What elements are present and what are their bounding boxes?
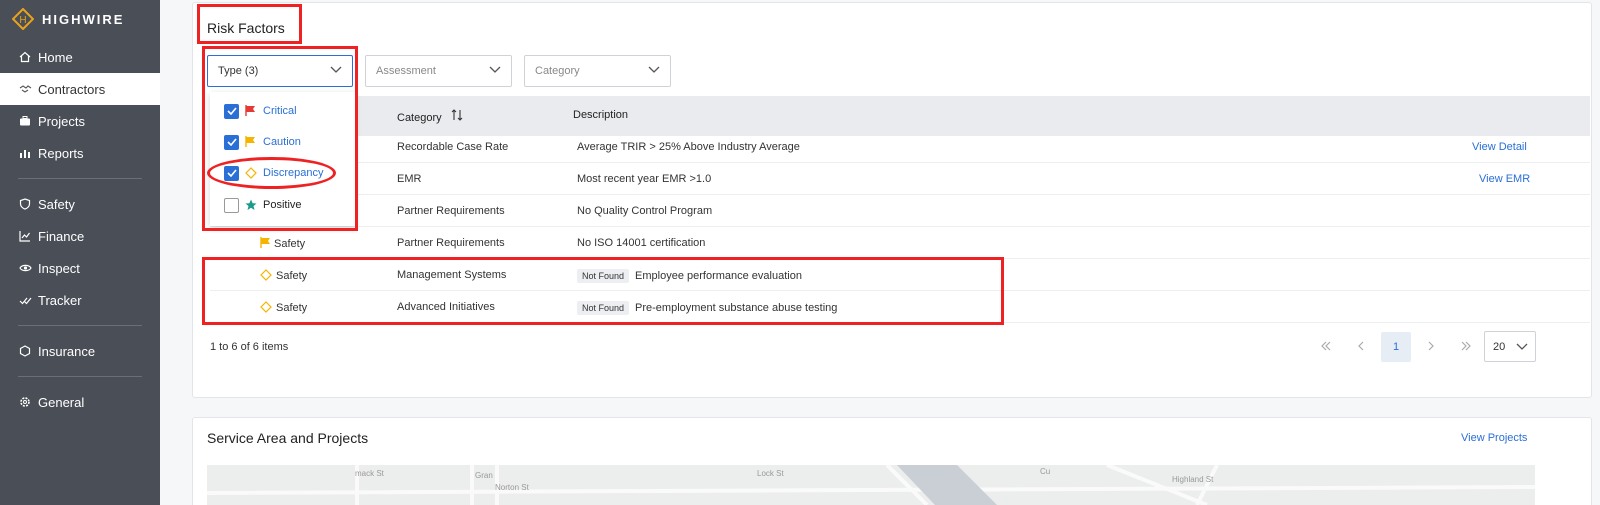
home-icon [18, 50, 32, 64]
sidebar-item-projects[interactable]: Projects [0, 105, 160, 137]
annotation-ellipse-discrepancy [207, 157, 336, 189]
eye-icon [18, 261, 32, 275]
table-row: Recordable Case Rate Average TRIR > 25% … [210, 131, 1590, 163]
column-header-description: Description [573, 109, 629, 121]
sidebar-item-label: Finance [38, 228, 85, 244]
briefcase-icon [18, 114, 32, 128]
items-count: 1 to 6 of 6 items [210, 341, 289, 353]
double-chevron-left-icon [1320, 341, 1332, 354]
brand-name: HIGHWIRE [42, 11, 125, 27]
next-page-button[interactable] [1416, 332, 1446, 362]
map-street-label: Highland St [1172, 475, 1214, 484]
sidebar-item-label: Inspect [38, 260, 80, 276]
sidebar-item-label: General [38, 394, 85, 410]
handshake-icon [18, 82, 32, 96]
sidebar-item-insurance[interactable]: Insurance [0, 335, 160, 367]
page-size-select[interactable]: 20 [1484, 331, 1536, 362]
logo-letter: H [19, 15, 26, 26]
chevron-down-icon [489, 65, 501, 77]
chevron-left-icon [1357, 341, 1365, 354]
sidebar-item-contractors[interactable]: Contractors [0, 73, 160, 105]
row-description: No Quality Control Program [577, 205, 713, 217]
shield-icon [18, 197, 32, 211]
current-page-button[interactable]: 1 [1381, 332, 1411, 362]
table-row: EMR Most recent year EMR >1.0 View EMR [210, 163, 1590, 195]
category-filter-select[interactable]: Category [524, 55, 671, 87]
row-type-label: Safety [274, 238, 306, 250]
table-row: Safety Partner Requirements No ISO 14001… [210, 227, 1590, 259]
gear-icon [18, 395, 32, 409]
column-header-category[interactable]: Category [397, 109, 463, 124]
sidebar-item-label: Safety [38, 196, 75, 212]
view-emr-link[interactable]: View EMR [1479, 173, 1530, 185]
sidebar-item-label: Reports [38, 145, 84, 161]
sidebar-item-finance[interactable]: Finance [0, 220, 160, 252]
sidebar: H HIGHWIRE Home Contractors Projects Rep… [0, 0, 160, 505]
first-page-button[interactable] [1311, 332, 1341, 362]
sidebar-item-label: Projects [38, 113, 85, 129]
map-background [207, 465, 1535, 505]
yellow-flag-icon [260, 237, 274, 250]
last-page-button[interactable] [1451, 332, 1481, 362]
row-category: Partner Requirements [397, 237, 505, 249]
logo-hexagon-icon: H [11, 7, 35, 31]
map-street-label: Norton St [495, 483, 529, 492]
table-row: Partner Requirements No Quality Control … [210, 195, 1590, 227]
sidebar-item-label: Home [38, 49, 73, 65]
view-projects-link[interactable]: View Projects [1461, 432, 1527, 444]
row-category: EMR [397, 173, 422, 185]
line-chart-icon [18, 229, 32, 243]
sidebar-divider [18, 325, 142, 326]
sidebar-item-tracker[interactable]: Tracker [0, 284, 160, 316]
assessment-filter-placeholder: Assessment [376, 65, 436, 77]
hexagon-icon [18, 344, 32, 358]
sidebar-item-label: Contractors [38, 81, 106, 97]
map-street-label: Lock St [757, 469, 784, 478]
annotation-box-type-filter [202, 46, 358, 231]
sidebar-divider [18, 178, 142, 179]
map-street-label: mack St [355, 469, 384, 478]
service-area-title: Service Area and Projects [207, 430, 369, 446]
double-check-icon [18, 293, 32, 307]
sidebar-item-general[interactable]: General [0, 386, 160, 418]
annotation-box-discrepancy-rows [202, 257, 1004, 325]
row-category: Recordable Case Rate [397, 141, 509, 153]
map-street-label: Cu [1040, 467, 1051, 476]
sidebar-divider [18, 376, 142, 377]
table-header: Category Description [210, 96, 1590, 136]
chevron-right-icon [1427, 341, 1435, 354]
sidebar-item-home[interactable]: Home [0, 41, 160, 73]
annotation-box-title [197, 4, 302, 44]
service-area-map[interactable]: mack St Gran Norton St Lock St Cu Highla… [207, 465, 1535, 505]
page-size-value: 20 [1493, 340, 1506, 353]
view-detail-link[interactable]: View Detail [1472, 141, 1527, 153]
row-type: Safety [260, 237, 305, 250]
sidebar-item-safety[interactable]: Safety [0, 188, 160, 220]
sidebar-item-inspect[interactable]: Inspect [0, 252, 160, 284]
row-description: Most recent year EMR >1.0 [577, 173, 712, 185]
double-chevron-right-icon [1460, 341, 1472, 354]
sort-icon[interactable] [451, 109, 463, 124]
bar-chart-icon [18, 146, 32, 160]
row-description: No ISO 14001 certification [577, 237, 706, 249]
previous-page-button[interactable] [1346, 332, 1376, 362]
assessment-filter-select[interactable]: Assessment [365, 55, 512, 87]
column-header-label: Category [397, 112, 442, 124]
row-category: Partner Requirements [397, 205, 505, 217]
logo[interactable]: H HIGHWIRE [0, 0, 160, 38]
sidebar-item-label: Insurance [38, 343, 96, 359]
chevron-down-icon [648, 65, 660, 77]
sidebar-item-reports[interactable]: Reports [0, 137, 160, 169]
chevron-down-icon [1516, 342, 1528, 354]
map-street-label: Gran [475, 471, 493, 480]
sidebar-item-label: Tracker [38, 292, 82, 308]
category-filter-placeholder: Category [535, 65, 580, 77]
row-description: Average TRIR > 25% Above Industry Averag… [577, 141, 800, 153]
